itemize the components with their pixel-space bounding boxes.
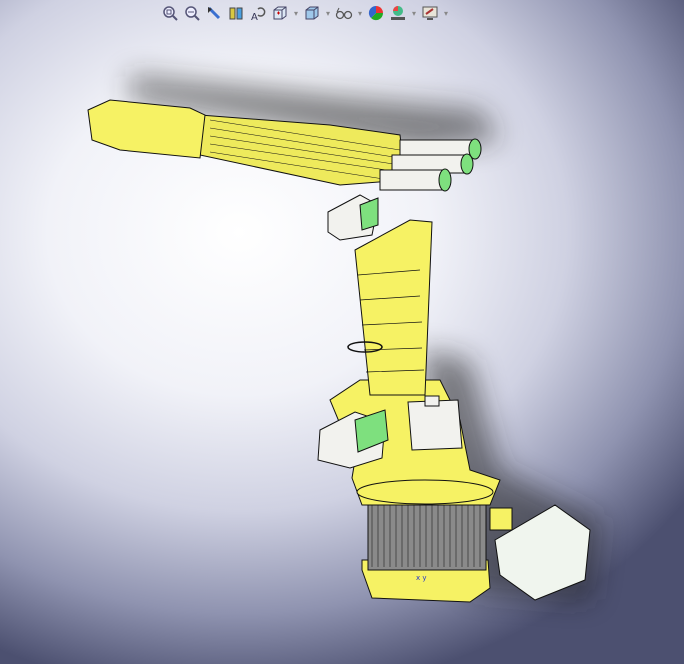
- wrist: [87, 99, 206, 159]
- graphics-area[interactable]: x y: [0, 0, 684, 664]
- lower-arm: [354, 219, 433, 396]
- coordinate-triad: x y: [416, 574, 427, 582]
